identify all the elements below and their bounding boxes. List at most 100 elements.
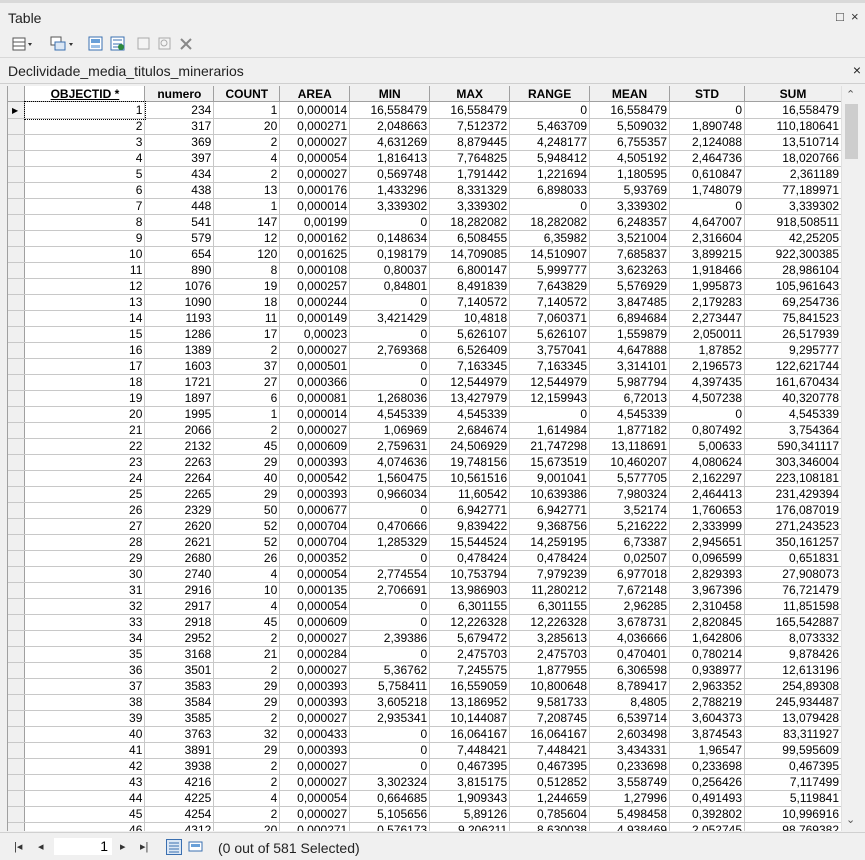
table-cell[interactable]: 1,560475: [349, 470, 431, 487]
table-cell[interactable]: 2,196573: [669, 358, 745, 375]
table-cell[interactable]: 7,163345: [429, 358, 511, 375]
table-cell[interactable]: 0,478424: [429, 550, 511, 567]
table-cell[interactable]: 5,498458: [589, 806, 671, 823]
table-cell[interactable]: 2,475703: [429, 646, 511, 663]
table-cell[interactable]: 16: [24, 342, 146, 359]
table-row[interactable]: 26 2329 50 0,000677 0 6,942771 6,942771 3,52174…: [8, 502, 842, 519]
table-cell[interactable]: 2,333999: [669, 518, 745, 535]
table-row[interactable]: 42 3938 2 0,000027 0 0,467395 0,467395 0,233698…: [8, 758, 842, 775]
table-cell[interactable]: 98,769382: [744, 822, 842, 831]
close-tab-button[interactable]: ×: [853, 62, 861, 78]
row-selector[interactable]: [8, 150, 26, 167]
table-cell[interactable]: 37: [213, 358, 281, 375]
table-cell[interactable]: 3,421429: [349, 310, 431, 327]
table-row[interactable]: 11 890 8 0,000108 0,80037 6,800147 5,999777 3,6…: [8, 262, 842, 279]
table-cell[interactable]: 2,475703: [509, 646, 591, 663]
table-cell[interactable]: 0,785604: [509, 806, 591, 823]
table-cell[interactable]: 6,526409: [429, 342, 511, 359]
table-cell[interactable]: 13,118691: [589, 438, 671, 455]
table-row[interactable]: 8 541 147 0,00199 0 18,282082 18,282082 6,24835…: [8, 214, 842, 231]
table-cell[interactable]: 541: [144, 214, 215, 231]
table-cell[interactable]: 16,064167: [429, 726, 511, 743]
table-cell[interactable]: 3,604373: [669, 710, 745, 727]
table-cell[interactable]: 3501: [144, 662, 215, 679]
table-cell[interactable]: 19,748156: [429, 454, 511, 471]
table-cell[interactable]: 3,757041: [509, 342, 591, 359]
table-cell[interactable]: 2,774554: [349, 566, 431, 583]
table-cell[interactable]: 2,361189: [744, 166, 842, 183]
table-row[interactable]: 23 2263 29 0,000393 4,074636 19,748156 15,6735…: [8, 454, 842, 471]
table-cell[interactable]: 1,87852: [669, 342, 745, 359]
table-cell[interactable]: 2,464736: [669, 150, 745, 167]
table-cell[interactable]: 165,542887: [744, 614, 842, 631]
table-cell[interactable]: 29: [213, 694, 281, 711]
table-cell[interactable]: 0,000677: [279, 502, 351, 519]
table-cell[interactable]: 38: [24, 694, 146, 711]
scroll-down-icon[interactable]: ⌄: [846, 813, 855, 826]
table-cell[interactable]: 4254: [144, 806, 215, 823]
table-cell[interactable]: 0,000027: [279, 774, 351, 791]
last-record-icon[interactable]: ▸|: [140, 840, 148, 853]
table-cell[interactable]: 6,301155: [429, 598, 511, 615]
table-cell[interactable]: 0,000054: [279, 150, 351, 167]
table-cell[interactable]: 2,96285: [589, 598, 671, 615]
table-cell[interactable]: 2: [213, 758, 281, 775]
table-cell[interactable]: 10,144087: [429, 710, 511, 727]
table-cell[interactable]: 1,816413: [349, 150, 431, 167]
table-cell[interactable]: 3,847485: [589, 294, 671, 311]
row-selector[interactable]: [8, 358, 26, 375]
table-cell[interactable]: 4,545339: [744, 406, 842, 423]
table-cell[interactable]: 2,788219: [669, 694, 745, 711]
table-cell[interactable]: 0,148634: [349, 230, 431, 247]
table-cell[interactable]: 44: [24, 790, 146, 807]
table-cell[interactable]: 2,048663: [349, 118, 431, 135]
table-cell[interactable]: 23: [24, 454, 146, 471]
table-cell[interactable]: 7,163345: [509, 358, 591, 375]
table-cell[interactable]: 0,000027: [279, 630, 351, 647]
table-row[interactable]: 10 654 120 0,001625 0,198179 14,709085 14,5109…: [8, 246, 842, 263]
table-cell[interactable]: 2952: [144, 630, 215, 647]
table-cell[interactable]: 0,000366: [279, 374, 351, 391]
table-cell[interactable]: 0,807492: [669, 422, 745, 439]
table-cell[interactable]: 0,000244: [279, 294, 351, 311]
table-cell[interactable]: 14,259195: [509, 534, 591, 551]
table-cell[interactable]: 5,119841: [744, 790, 842, 807]
table-cell[interactable]: 4216: [144, 774, 215, 791]
table-cell[interactable]: 2263: [144, 454, 215, 471]
table-cell[interactable]: 29: [213, 678, 281, 695]
table-cell[interactable]: 2,316604: [669, 230, 745, 247]
table-cell[interactable]: 2,759631: [349, 438, 431, 455]
table-cell[interactable]: 7,060371: [509, 310, 591, 327]
table-cell[interactable]: 6,539714: [589, 710, 671, 727]
table-cell[interactable]: 8,491839: [429, 278, 511, 295]
row-selector[interactable]: [8, 790, 26, 807]
table-row[interactable]: 41 3891 29 0,000393 0 7,448421 7,448421 3,43433…: [8, 742, 842, 759]
table-cell[interactable]: 4312: [144, 822, 215, 831]
table-cell[interactable]: 7,643829: [509, 278, 591, 295]
row-selector[interactable]: [8, 582, 26, 599]
table-cell[interactable]: 5,463709: [509, 118, 591, 135]
table-cell[interactable]: 590,341117: [744, 438, 842, 455]
table-cell[interactable]: 6,72013: [589, 390, 671, 407]
table-cell[interactable]: 50: [213, 502, 281, 519]
table-cell[interactable]: 2,179283: [669, 294, 745, 311]
table-cell[interactable]: 0,467395: [509, 758, 591, 775]
table-cell[interactable]: 0,000014: [279, 101, 351, 119]
table-cell[interactable]: 0,000027: [279, 134, 351, 151]
table-cell[interactable]: 9,368756: [509, 518, 591, 535]
table-cell[interactable]: 0,000704: [279, 534, 351, 551]
table-row[interactable]: 30 2740 4 0,000054 2,774554 10,753794 7,979239…: [8, 566, 842, 583]
row-selector[interactable]: [8, 742, 26, 759]
table-cell[interactable]: 6,306598: [589, 662, 671, 679]
table-cell[interactable]: 28,986104: [744, 262, 842, 279]
table-cell[interactable]: 6,894684: [589, 310, 671, 327]
table-cell[interactable]: 1,877955: [509, 662, 591, 679]
table-cell[interactable]: 0,610847: [669, 166, 745, 183]
table-cell[interactable]: 2,273447: [669, 310, 745, 327]
table-cell[interactable]: 0,000027: [279, 166, 351, 183]
column-header[interactable]: MIN: [349, 86, 431, 102]
table-cell[interactable]: 0: [349, 646, 431, 663]
table-cell[interactable]: 52: [213, 534, 281, 551]
table-cell[interactable]: 40: [213, 470, 281, 487]
table-cell[interactable]: 448: [144, 198, 215, 215]
